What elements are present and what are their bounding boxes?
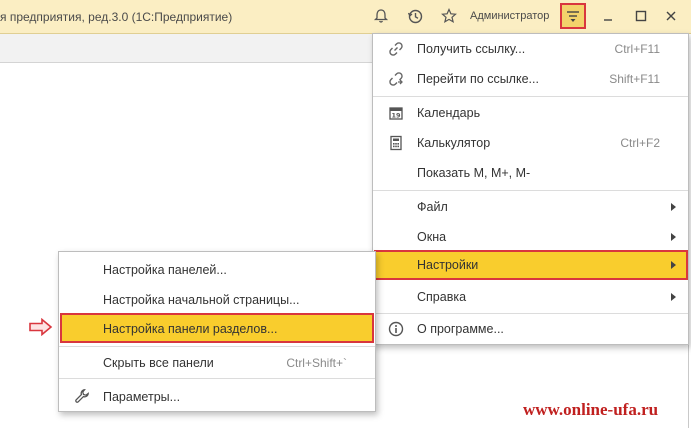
menu-item-calendar[interactable]: 19 Календарь — [373, 98, 688, 128]
goto-link-icon — [387, 70, 405, 88]
submenu-arrow-icon — [671, 203, 676, 211]
menu-item-shortcut: Ctrl+F11 — [614, 42, 660, 56]
menu-separator — [373, 96, 688, 97]
menu-item-shortcut: Ctrl+Shift+` — [286, 356, 347, 370]
menu-item-shortcut: Ctrl+F2 — [620, 136, 660, 150]
maximize-icon[interactable] — [630, 5, 652, 27]
menu-separator — [373, 190, 688, 191]
menu-item-label: О программе... — [417, 322, 504, 336]
menu-item-about[interactable]: О программе... — [373, 314, 688, 344]
bell-icon[interactable] — [370, 5, 392, 27]
submenu-arrow-icon — [671, 233, 676, 241]
calculator-icon — [387, 134, 405, 152]
menu-item-label: Калькулятор — [417, 136, 491, 150]
submenu-arrow-icon — [671, 261, 676, 269]
menu-item-get-link[interactable]: Получить ссылку... Ctrl+F11 — [373, 34, 688, 64]
menu-item-label: Скрыть все панели — [103, 356, 214, 370]
menu-item-label: Календарь — [417, 106, 481, 120]
menu-item-label: Файл — [417, 200, 448, 214]
menu-separator — [59, 378, 375, 379]
menu-item-label: Параметры... — [103, 390, 181, 404]
main-menu-button[interactable] — [560, 3, 586, 29]
main-menu-dropdown: Получить ссылку... Ctrl+F11 Перейти по с… — [372, 33, 689, 345]
menu-item-label: Окна — [417, 230, 447, 244]
submenu-item-panels-settings[interactable]: Настройка панелей... — [59, 254, 375, 284]
menu-item-help[interactable]: Справка — [373, 282, 688, 312]
calendar-icon: 19 — [387, 104, 405, 122]
submenu-item-parameters[interactable]: Параметры... — [59, 381, 375, 411]
toolbar-strip — [0, 34, 380, 63]
watermark: www.online-ufa.ru — [523, 400, 659, 419]
user-name[interactable]: Администратор — [470, 10, 549, 22]
menu-item-label: Получить ссылку... — [417, 42, 526, 56]
close-icon[interactable] — [660, 5, 682, 27]
menu-item-goto-link[interactable]: Перейти по ссылке... Shift+F11 — [373, 64, 688, 94]
minimize-icon[interactable] — [597, 5, 619, 27]
menu-item-shortcut: Shift+F11 — [609, 72, 660, 86]
window-title: я предприятия, ред.3.0 (1С:Предприятие) — [0, 10, 233, 24]
submenu-arrow-icon — [671, 293, 676, 301]
star-icon[interactable] — [438, 5, 460, 27]
info-icon — [387, 320, 405, 338]
settings-submenu: Настройка панелей... Настройка начальной… — [58, 251, 376, 412]
calendar-icon-number: 19 — [391, 112, 401, 120]
right-arrow-pointer-icon — [29, 318, 53, 336]
title-bar: я предприятия, ред.3.0 (1С:Предприятие) … — [0, 0, 691, 34]
menu-item-label: Показать M, M+, M- — [417, 166, 531, 180]
menu-item-label: Настройки — [417, 258, 479, 272]
submenu-item-sections-panel-settings[interactable]: Настройка панели разделов... — [60, 313, 374, 343]
link-icon — [387, 40, 405, 58]
menu-item-label: Настройка панелей... — [103, 263, 227, 277]
menu-item-show-memory[interactable]: Показать M, M+, M- — [373, 158, 688, 188]
menu-item-label: Настройка начальной страницы... — [103, 293, 300, 307]
submenu-item-start-page-settings[interactable]: Настройка начальной страницы... — [59, 284, 375, 314]
submenu-item-hide-all-panels[interactable]: Скрыть все панели Ctrl+Shift+` — [59, 347, 375, 377]
menu-item-calculator[interactable]: Калькулятор Ctrl+F2 — [373, 128, 688, 158]
menu-item-windows[interactable]: Окна — [373, 222, 688, 252]
menu-item-file[interactable]: Файл — [373, 192, 688, 222]
menu-item-label: Настройка панели разделов... — [103, 322, 278, 336]
main-menu-icon — [567, 11, 579, 22]
wrench-icon — [73, 387, 91, 405]
menu-item-label: Справка — [417, 290, 467, 304]
menu-item-label: Перейти по ссылке... — [417, 72, 539, 86]
history-icon[interactable] — [404, 5, 426, 27]
menu-item-settings[interactable]: Настройки — [374, 250, 688, 280]
